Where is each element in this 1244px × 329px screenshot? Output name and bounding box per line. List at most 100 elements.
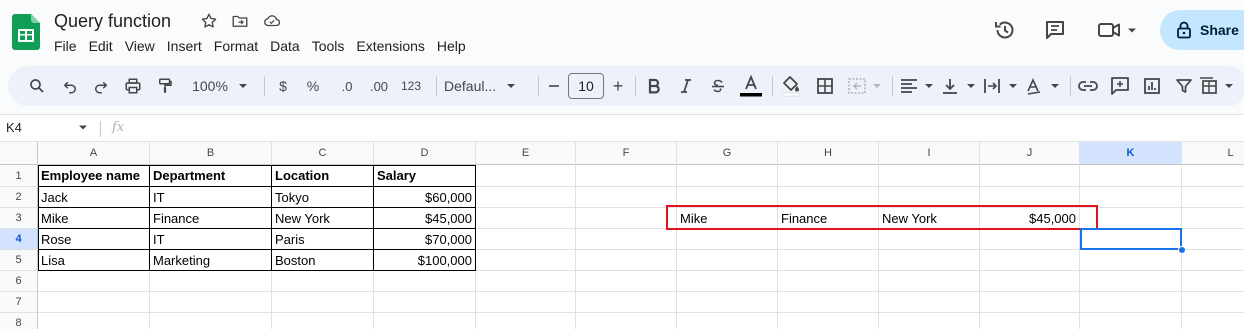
print-icon[interactable]: [122, 74, 144, 98]
select-all-corner[interactable]: [0, 142, 38, 165]
table-cell[interactable]: $70,000: [374, 229, 476, 250]
table-header-cell[interactable]: Department: [150, 165, 272, 187]
menu-help[interactable]: Help: [431, 36, 472, 56]
bold-icon[interactable]: [644, 74, 664, 98]
column-header-g[interactable]: G: [677, 142, 778, 165]
zoom-select[interactable]: 100%: [188, 74, 254, 98]
row-header-2[interactable]: 2: [0, 187, 38, 208]
cell[interactable]: [980, 187, 1080, 208]
chevron-down-icon[interactable]: [78, 124, 88, 132]
table-cell[interactable]: Lisa: [38, 250, 150, 271]
currency-format-button[interactable]: $: [274, 74, 292, 98]
cell[interactable]: [778, 250, 879, 271]
insert-comment-icon[interactable]: [1108, 74, 1132, 98]
table-cell[interactable]: $60,000: [374, 187, 476, 208]
cell[interactable]: [476, 208, 576, 229]
row-header-3[interactable]: 3: [0, 208, 38, 229]
vertical-align-icon[interactable]: [940, 74, 980, 98]
cell[interactable]: [272, 292, 374, 313]
cell[interactable]: [1182, 250, 1244, 271]
cell[interactable]: [778, 313, 879, 329]
text-color-icon[interactable]: [738, 74, 764, 98]
row-header-6[interactable]: 6: [0, 271, 38, 292]
table-cell[interactable]: $100,000: [374, 250, 476, 271]
row-header-8[interactable]: 8: [0, 313, 38, 329]
cell[interactable]: [476, 292, 576, 313]
column-header-f[interactable]: F: [576, 142, 677, 165]
cell[interactable]: [879, 292, 980, 313]
table-cell[interactable]: Mike: [38, 208, 150, 229]
table-cell[interactable]: IT: [150, 229, 272, 250]
insert-chart-icon[interactable]: [1140, 74, 1164, 98]
cell[interactable]: [677, 271, 778, 292]
row-header-7[interactable]: 7: [0, 292, 38, 313]
cell[interactable]: [677, 313, 778, 329]
column-header-l[interactable]: L: [1182, 142, 1244, 165]
cell[interactable]: [1182, 271, 1244, 292]
row-header-1[interactable]: 1: [0, 165, 38, 187]
comments-icon[interactable]: [1043, 18, 1067, 42]
table-cell[interactable]: Finance: [150, 208, 272, 229]
cell[interactable]: [677, 250, 778, 271]
table-cell[interactable]: Boston: [272, 250, 374, 271]
cell[interactable]: [476, 165, 576, 187]
cell[interactable]: [476, 313, 576, 329]
cell[interactable]: [677, 187, 778, 208]
cell[interactable]: [1080, 271, 1182, 292]
cell[interactable]: [150, 292, 272, 313]
cell[interactable]: [576, 313, 677, 329]
cell[interactable]: [576, 271, 677, 292]
undo-icon[interactable]: [59, 74, 81, 98]
query-result-cell[interactable]: Finance: [778, 208, 879, 229]
menu-format[interactable]: Format: [208, 36, 264, 56]
cell[interactable]: [677, 229, 778, 250]
cell[interactable]: [150, 313, 272, 329]
move-folder-icon[interactable]: [231, 12, 251, 32]
paint-format-icon[interactable]: [154, 74, 176, 98]
number-format-button[interactable]: 123: [398, 74, 424, 98]
cell[interactable]: [38, 292, 150, 313]
column-header-c[interactable]: C: [272, 142, 374, 165]
cell[interactable]: [374, 292, 476, 313]
table-cell[interactable]: New York: [272, 208, 374, 229]
table-cell[interactable]: IT: [150, 187, 272, 208]
cell[interactable]: [879, 313, 980, 329]
cell[interactable]: [374, 271, 476, 292]
increase-font-size-button[interactable]: +: [609, 74, 627, 98]
decrease-decimal-button[interactable]: .0: [334, 74, 360, 98]
column-header-a[interactable]: A: [38, 142, 150, 165]
column-header-k[interactable]: K: [1080, 142, 1182, 165]
cell[interactable]: [778, 292, 879, 313]
cell[interactable]: [778, 271, 879, 292]
name-box[interactable]: K4: [6, 120, 22, 135]
sheets-logo-icon[interactable]: [12, 14, 40, 50]
query-result-cell[interactable]: Mike: [677, 208, 778, 229]
menu-edit[interactable]: Edit: [83, 36, 119, 56]
row-header-4[interactable]: 4: [0, 229, 38, 250]
cell[interactable]: [38, 271, 150, 292]
spreadsheet-grid[interactable]: ABCDEFGHIJKL 12345678 Employee name Depar…: [0, 142, 1244, 329]
cell[interactable]: [879, 229, 980, 250]
table-cell[interactable]: $45,000: [374, 208, 476, 229]
meet-video-icon[interactable]: [1097, 18, 1141, 42]
cell[interactable]: [576, 208, 677, 229]
query-result-cell[interactable]: New York: [879, 208, 980, 229]
column-header-b[interactable]: B: [150, 142, 272, 165]
cell[interactable]: [1080, 250, 1182, 271]
table-cell[interactable]: Tokyo: [272, 187, 374, 208]
cell[interactable]: [1080, 208, 1182, 229]
cell[interactable]: [1182, 229, 1244, 250]
document-title[interactable]: Query function: [54, 11, 171, 32]
cell[interactable]: [1182, 208, 1244, 229]
version-history-icon[interactable]: [993, 18, 1017, 42]
table-cell[interactable]: Paris: [272, 229, 374, 250]
strikethrough-icon[interactable]: [708, 74, 728, 98]
cell[interactable]: [778, 187, 879, 208]
filter-views-icon[interactable]: [1198, 74, 1238, 98]
cell[interactable]: [1182, 187, 1244, 208]
cell[interactable]: [272, 271, 374, 292]
table-header-cell[interactable]: Location: [272, 165, 374, 187]
fill-handle[interactable]: [1178, 246, 1186, 254]
cell[interactable]: [980, 271, 1080, 292]
column-header-j[interactable]: J: [980, 142, 1080, 165]
